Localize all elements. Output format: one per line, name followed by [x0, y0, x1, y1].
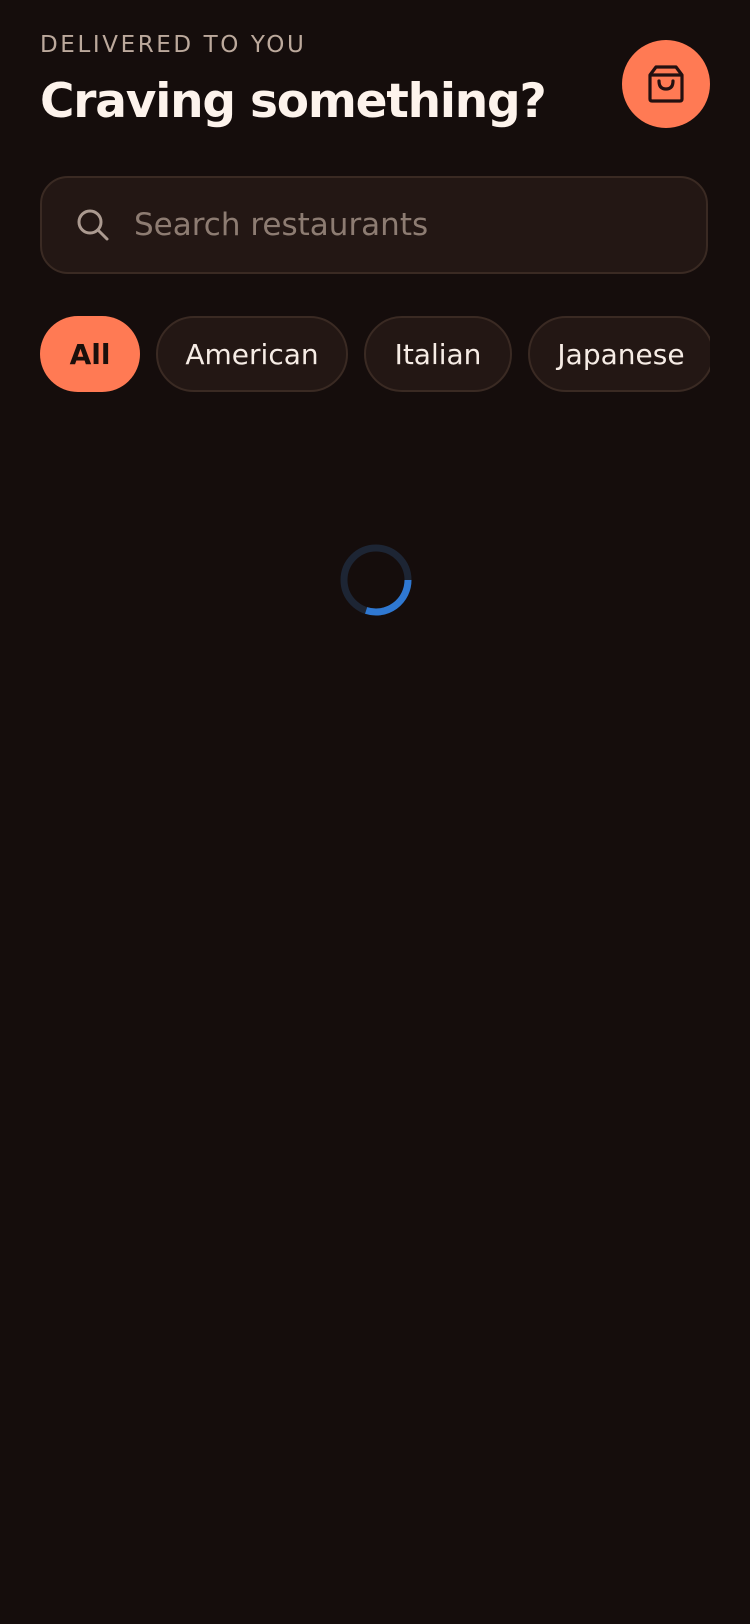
- cuisine-filter-row: All American Italian Japanese: [40, 316, 710, 392]
- filter-chip-japanese[interactable]: Japanese: [528, 316, 710, 392]
- spinner-arc: [365, 579, 412, 616]
- loading-spinner: [340, 544, 412, 616]
- filter-chip-italian[interactable]: Italian: [364, 316, 512, 392]
- filter-chip-all[interactable]: All: [40, 316, 140, 392]
- search-input[interactable]: [134, 195, 706, 255]
- search-icon: [77, 209, 109, 241]
- cart-button[interactable]: [622, 40, 710, 128]
- search-box[interactable]: [40, 176, 708, 274]
- shopping-bag-icon: [648, 65, 684, 103]
- filter-chip-american[interactable]: American: [156, 316, 348, 392]
- delivery-eyebrow: DELIVERED TO YOU: [40, 32, 307, 58]
- page-title: Craving something?: [40, 74, 547, 129]
